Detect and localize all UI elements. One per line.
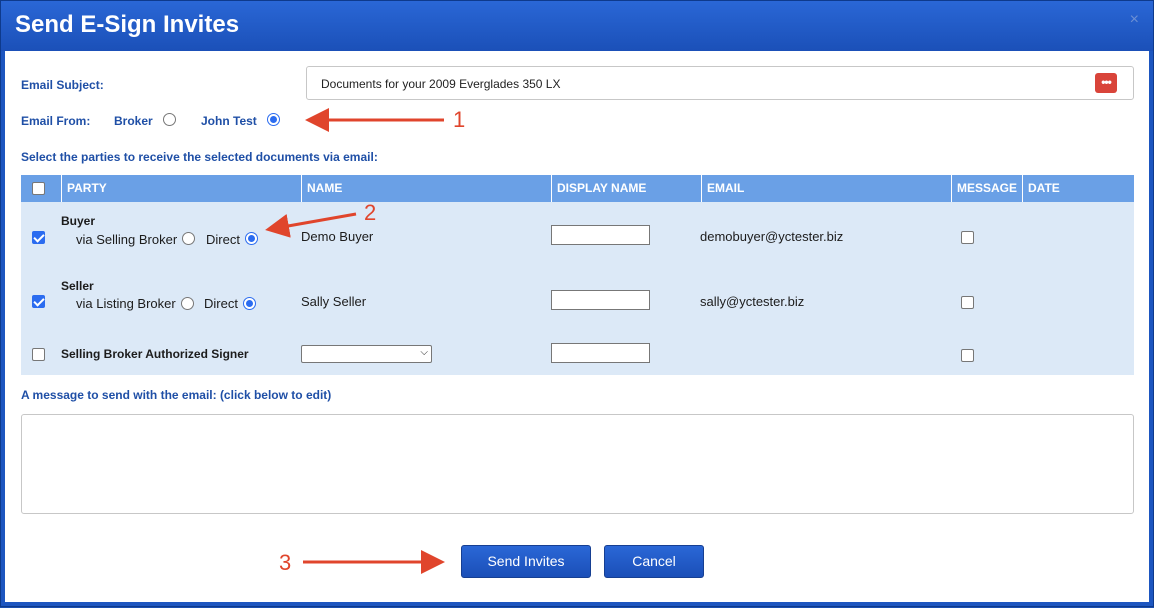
annotation-number-2: 2 — [364, 200, 377, 225]
annotation-number-1: 1 — [453, 107, 466, 132]
annotation-number-3: 3 — [279, 550, 292, 575]
annotation-arrow-2 — [265, 212, 357, 238]
esign-dialog: Send E-Sign Invites × Email Subject: Doc… — [0, 0, 1154, 607]
annotation-arrows — [265, 108, 445, 574]
